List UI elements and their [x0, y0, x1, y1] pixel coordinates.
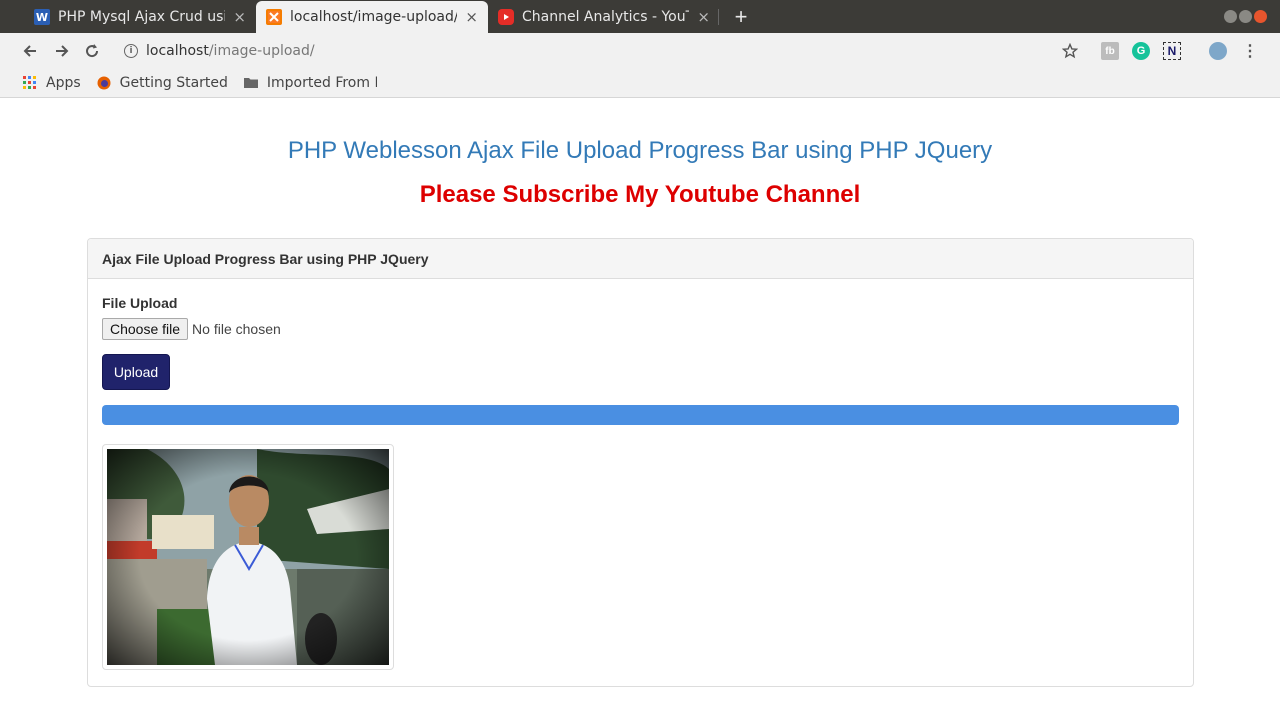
close-tab-icon[interactable]: × [697, 8, 710, 26]
minimize-button[interactable] [1224, 10, 1237, 23]
maximize-button[interactable] [1239, 10, 1252, 23]
uploaded-photo [107, 449, 389, 665]
file-upload-label: File Upload [102, 295, 178, 311]
forward-arrow-icon [56, 45, 69, 57]
bookmark-label: Apps [46, 75, 81, 91]
reload-button[interactable] [80, 39, 104, 63]
bookmark-label: Imported From F [266, 75, 377, 91]
page-viewport: PHP Weblesson Ajax File Upload Progress … [10, 99, 1270, 720]
upload-button[interactable]: Upload [102, 354, 170, 390]
no-file-text: No file chosen [192, 321, 281, 337]
panel-heading: Ajax File Upload Progress Bar using PHP … [88, 239, 1193, 279]
back-button[interactable] [18, 39, 42, 63]
uploaded-image-thumbnail [102, 444, 394, 670]
browser-window: W PHP Mysql Ajax Crud usin × localhost/i… [0, 0, 1280, 720]
tab-title: Channel Analytics - YouTu [522, 9, 690, 25]
xampp-icon [266, 9, 282, 25]
firefox-icon [97, 76, 111, 90]
file-input[interactable]: Choose file No file chosen [102, 318, 281, 340]
tab-title: localhost/image-upload/ [290, 9, 458, 25]
tab-title: PHP Mysql Ajax Crud usin [58, 9, 226, 25]
tab-image-upload[interactable]: localhost/image-upload/ × [256, 1, 488, 33]
site-info-icon[interactable]: i [124, 44, 138, 58]
address-bar[interactable]: i localhost/image-upload/ [116, 36, 1086, 66]
progress-bar-fill [102, 405, 1179, 425]
bookmark-getting-started[interactable]: Getting Started [97, 75, 228, 91]
reload-icon [86, 44, 99, 58]
url-host: localhost [146, 43, 209, 59]
bookmark-apps[interactable]: Apps [23, 75, 81, 91]
new-tab-button[interactable]: + [731, 4, 751, 30]
folder-icon [243, 78, 258, 88]
upload-panel: Ajax File Upload Progress Bar using PHP … [87, 238, 1194, 687]
close-tab-icon[interactable]: × [465, 8, 478, 26]
url-path: /image-upload/ [208, 43, 315, 59]
notion-extension-icon[interactable]: N [1163, 42, 1181, 60]
page-title: PHP Weblesson Ajax File Upload Progress … [287, 137, 993, 164]
tab-separator [718, 9, 719, 25]
facebook-extension-icon[interactable]: fb [1101, 42, 1119, 60]
browser-toolbar: i localhost/image-upload/ fb G N ⋮ [0, 33, 1280, 69]
grammarly-extension-icon[interactable]: G [1132, 42, 1150, 60]
bookmark-label: Getting Started [119, 75, 228, 91]
progress-bar [102, 405, 1179, 425]
youtube-icon [498, 9, 514, 25]
forward-button[interactable] [50, 39, 74, 63]
choose-file-button[interactable]: Choose file [102, 318, 189, 340]
back-arrow-icon [23, 45, 36, 57]
tab-php-crud[interactable]: W PHP Mysql Ajax Crud usin × [24, 1, 256, 33]
profile-avatar-icon[interactable] [1209, 42, 1227, 60]
menu-kebab-icon[interactable]: ⋮ [1241, 42, 1259, 60]
tab-strip: W PHP Mysql Ajax Crud usin × localhost/i… [0, 0, 1280, 33]
close-window-button[interactable] [1254, 10, 1267, 23]
bookmark-imported-folder[interactable]: Imported From F [243, 75, 377, 91]
bookmarks-bar: Apps Getting Started Imported From F [0, 69, 1280, 98]
page-subtitle: Please Subscribe My Youtube Channel [419, 181, 861, 208]
word-icon: W [34, 9, 50, 25]
bookmark-star-icon[interactable] [1061, 42, 1079, 60]
close-tab-icon[interactable]: × [233, 8, 246, 26]
tab-channel-analytics[interactable]: Channel Analytics - YouTu × [488, 1, 720, 33]
apps-grid-icon [23, 76, 36, 89]
